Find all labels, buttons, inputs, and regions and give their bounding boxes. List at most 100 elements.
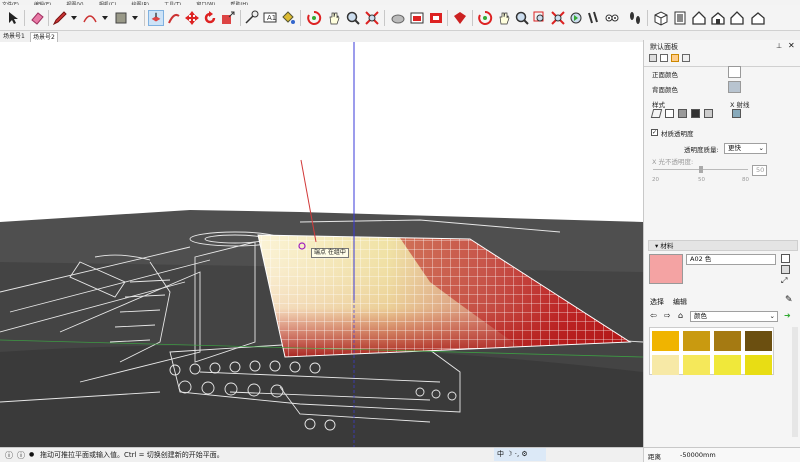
material-category-value: 颜色 (694, 312, 707, 320)
slider-thumb[interactable] (699, 166, 703, 173)
material-color-swatch[interactable] (652, 355, 679, 375)
walk-icon[interactable] (627, 10, 643, 26)
wireframe-icon[interactable] (650, 109, 663, 118)
transparency-quality-label: 透明度质量: (684, 146, 719, 154)
material-color-swatch[interactable] (714, 331, 741, 351)
material-color-swatch[interactable] (652, 331, 679, 351)
orbit-2-icon[interactable] (477, 10, 493, 26)
material-color-swatch[interactable] (714, 355, 741, 375)
user-icon[interactable]: ● (29, 451, 34, 458)
back-arrow-icon[interactable]: ⇦ (650, 311, 657, 320)
slider-tick-20: 20 (652, 177, 659, 183)
zoom-window-icon[interactable] (532, 10, 548, 26)
tray-scrollbar[interactable] (792, 327, 798, 437)
select-arrow-icon[interactable] (5, 10, 21, 26)
details-arrow-icon[interactable]: ➜ (784, 311, 791, 320)
front-view-icon[interactable] (691, 10, 707, 26)
tab-scene-2[interactable]: 场景号2 (30, 32, 58, 42)
dropdown-arrow-icon[interactable] (97, 10, 113, 26)
follow-me-icon[interactable] (166, 10, 182, 26)
xray-opacity-slider[interactable] (653, 166, 748, 173)
material-color-swatch[interactable] (683, 355, 710, 375)
style-edges-icon[interactable] (660, 54, 668, 62)
tray-divider (644, 66, 800, 67)
model-viewport[interactable]: 端点 在组中 (0, 42, 643, 447)
ime-indicator: 中 ☽ ·, ⚙ (494, 448, 546, 461)
eraser-icon[interactable] (29, 10, 45, 26)
shaded-icon[interactable] (678, 109, 687, 118)
eyedropper-icon[interactable]: ✎ (785, 295, 793, 305)
warehouse-icon[interactable] (409, 10, 425, 26)
arc-icon[interactable] (82, 10, 98, 26)
geo-icon[interactable]: ⓘ (5, 450, 13, 461)
zoom-extents-2-icon[interactable] (550, 10, 566, 26)
material-category-select[interactable]: 颜色 ⌄ (690, 311, 778, 322)
extension-icon[interactable] (428, 10, 444, 26)
style-toolbar (649, 54, 709, 64)
text-tool-icon[interactable]: A1 (262, 10, 278, 26)
zoom-extents-icon[interactable] (364, 10, 380, 26)
iso-view-icon[interactable] (653, 10, 669, 26)
back-view-icon[interactable] (729, 10, 745, 26)
pin-icon[interactable]: ⊥ (776, 42, 782, 50)
scene-tabs: 场景号1 场景号2 (0, 31, 643, 42)
tape-measure-icon[interactable] (244, 10, 260, 26)
look-around-icon[interactable] (604, 10, 620, 26)
material-name-field[interactable]: A02 色 (686, 254, 776, 265)
close-tray-icon[interactable]: ✕ (788, 41, 795, 50)
material-transparency-checkbox[interactable]: ✓ (651, 129, 658, 136)
create-material-icon[interactable] (781, 265, 790, 274)
material-color-swatch[interactable] (745, 355, 772, 375)
top-view-icon[interactable] (672, 10, 688, 26)
ruby-icon[interactable] (452, 10, 468, 26)
transparency-quality-value: 更快 (728, 144, 741, 152)
back-color-label: 背面颜色 (652, 86, 678, 94)
previous-view-icon[interactable] (568, 10, 584, 26)
pan-hand-icon[interactable] (326, 10, 342, 26)
tab-select[interactable]: 选择 (650, 297, 664, 307)
shaded-texture-icon[interactable] (691, 109, 700, 118)
left-view-icon[interactable] (750, 10, 766, 26)
orbit-icon[interactable] (306, 10, 322, 26)
paint-bucket-icon[interactable] (280, 10, 296, 26)
measure-value[interactable]: -50000mm (680, 451, 716, 459)
forward-arrow-icon[interactable]: ⇨ (664, 311, 671, 320)
right-view-icon[interactable] (710, 10, 726, 26)
hidden-line-icon[interactable] (665, 109, 674, 118)
tab-edit[interactable]: 编辑 (673, 297, 687, 307)
pan-2-icon[interactable] (496, 10, 512, 26)
rotate-icon[interactable] (202, 10, 218, 26)
push-pull-icon[interactable] (148, 10, 164, 26)
info-icon[interactable]: ⓘ (17, 450, 25, 461)
measure-label: 距离 (648, 453, 661, 461)
position-camera-icon[interactable] (586, 10, 602, 26)
xray-opacity-field[interactable]: 50 (752, 165, 767, 176)
scale-icon[interactable] (220, 10, 236, 26)
status-hint: 拖动可推拉平面或输入值。Ctrl = 切换创建新的开始平面。 (40, 451, 224, 459)
materials-title: 材料 (660, 242, 674, 250)
slider-tick-80: 80 (742, 177, 749, 183)
zoom-icon[interactable] (345, 10, 361, 26)
back-color-swatch[interactable] (728, 81, 741, 93)
move-icon[interactable] (184, 10, 200, 26)
xray-opacity-label: X 光不透明度: (652, 158, 694, 166)
xray-toggle-icon[interactable] (732, 109, 741, 118)
monochrome-icon[interactable] (704, 109, 713, 118)
material-color-swatch[interactable] (745, 331, 772, 351)
materials-section-header[interactable]: ▾ 材料 (648, 240, 798, 251)
zoom-2-icon[interactable] (514, 10, 530, 26)
tab-scene-1[interactable]: 场景号1 (1, 32, 27, 42)
geo-location-icon[interactable] (390, 10, 406, 26)
dropdown-arrow-icon[interactable] (127, 10, 143, 26)
dropdown-arrow-icon[interactable] (66, 10, 82, 26)
display-secondary-icon[interactable] (781, 254, 790, 263)
material-color-swatch[interactable] (683, 331, 710, 351)
style-background-icon[interactable] (671, 54, 679, 62)
style-face-icon[interactable] (649, 54, 657, 62)
home-icon[interactable]: ⌂ (678, 311, 683, 320)
style-watermark-icon[interactable] (682, 54, 690, 62)
transparency-quality-select[interactable]: 更快 ⌄ (724, 143, 767, 154)
scene-canvas (0, 42, 643, 447)
front-color-swatch[interactable] (728, 66, 741, 78)
sample-paint-icon[interactable]: ⤢ (781, 276, 787, 286)
